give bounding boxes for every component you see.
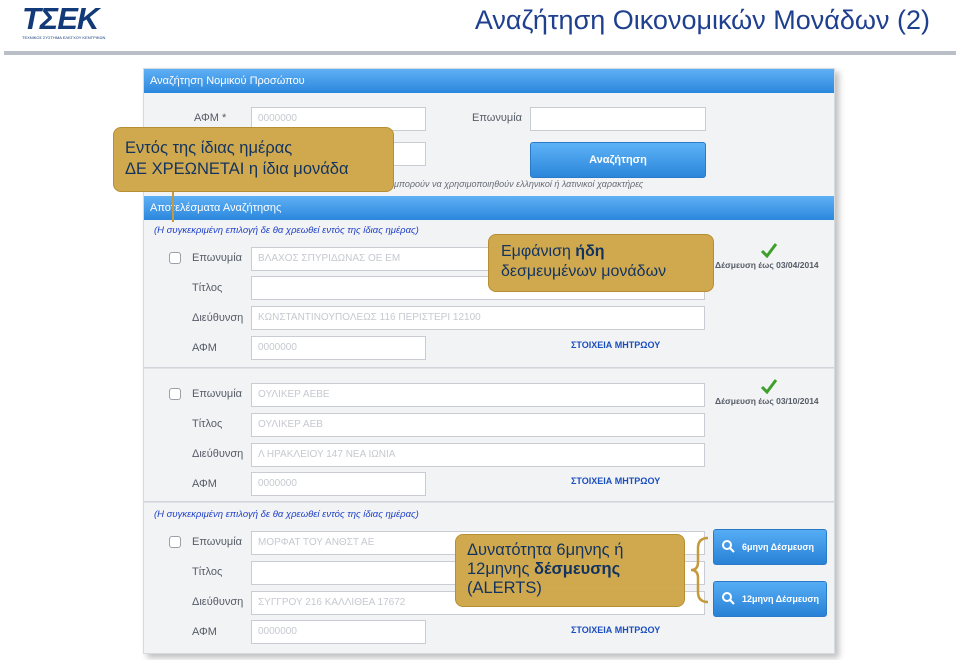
result-2-title-field: ΟΥΛΙΚΕΡ ΑΕΒ	[251, 413, 705, 437]
bound-units-callout: Εμφάνιση ήδη δεσμευμένων μονάδων	[488, 234, 714, 292]
name-search-input[interactable]	[530, 107, 706, 131]
page: ΤΣΕΚ ΤΕΧΝΙΚΟΣ ΣΥΣΤΗΜΑ ΕΛΕΓΧΟΥ ΚΕΝΤΡΙΚΩΝ …	[0, 0, 960, 660]
afm-search-label: ΑΦΜ *	[194, 112, 227, 124]
binding-options-callout-pre: 12μηνης	[467, 560, 534, 578]
bracket-icon	[690, 536, 709, 604]
result-2-name-field: ΟΥΛΙΚΕΡ ΑΕΒΕ	[251, 383, 705, 407]
result-3-checkbox[interactable]	[169, 536, 181, 548]
search-hint: μπορούν να χρησιμοποιηθούν ελληνικοί ή λ…	[394, 179, 644, 189]
search-button[interactable]: Αναζήτηση	[530, 142, 706, 178]
binding-options-callout: Δυνατότητα 6μηνης ή 12μηνης δέσμευσης (A…	[455, 534, 685, 607]
result-2-binding: Δέσμευση έως 03/10/2014	[715, 396, 819, 406]
result-3-registry-link[interactable]: ΣΤΟΙΧΕΙΑ ΜΗΤΡΩΟΥ	[571, 625, 660, 635]
logo-text: ΤΣΕΚ	[22, 1, 99, 36]
header-rule	[4, 51, 956, 55]
result-1-registry-link[interactable]: ΣΤΟΙΧΕΙΑ ΜΗΤΡΩΟΥ	[571, 340, 660, 350]
search-section-bar: Αναζήτηση Νομικού Προσώπου	[144, 69, 834, 93]
charge-notice-2: (Η συγκεκριμένη επιλογή δε θα χρεωθεί εν…	[154, 509, 419, 520]
name-search-label: Επωνυμία	[472, 112, 523, 124]
check-icon	[761, 379, 777, 394]
slide-title: Αναζήτηση Οικονομικών Μονάδων (2)	[474, 5, 930, 35]
result-2-afm-label: ΑΦΜ	[192, 478, 217, 490]
twelve-month-binding-button[interactable]: 12μηνη Δέσμευση	[713, 581, 827, 617]
charge-notice-1: (Η συγκεκριμένη επιλογή δε θα χρεωθεί εν…	[154, 225, 419, 236]
result-2-checkbox[interactable]	[169, 388, 181, 400]
binding-options-callout-bold: δέσμευσης	[534, 560, 621, 578]
bound-units-callout-bold: ήδη	[575, 243, 605, 260]
tsek-logo: ΤΣΕΚ ΤΕΧΝΙΚΟΣ ΣΥΣΤΗΜΑ ΕΛΕΓΧΟΥ ΚΕΝΤΡΙΚΩΝ	[22, 1, 112, 42]
check-icon	[761, 243, 777, 258]
same-day-callout: Εντός της ίδιας ημέρας ΔΕ ΧΡΕΩΝΕΤΑΙ η ίδ…	[113, 127, 394, 192]
same-day-callout-line1: Εντός της ίδιας ημέρας	[125, 139, 293, 157]
bound-units-callout-line2: δεσμευμένων μονάδων	[501, 263, 667, 280]
result-1-title-label: Τίτλος	[192, 282, 223, 294]
binding-options-callout-line2: 12μηνης δέσμευσης	[467, 560, 684, 579]
result-3-afm-field: 0000000	[251, 620, 426, 644]
result-1-name-label: Επωνυμία	[192, 252, 243, 264]
result-2-title-label: Τίτλος	[192, 418, 223, 430]
results-section-bar: Αποτελέσματα Αναζήτησης	[144, 196, 834, 220]
result-2-name-label: Επωνυμία	[192, 388, 243, 400]
binding-options-callout-line3: (ALERTS)	[467, 579, 542, 597]
logo-subtext: ΤΕΧΝΙΚΟΣ ΣΥΣΤΗΜΑ ΕΛΕΓΧΟΥ ΚΕΝΤΡΙΚΩΝ	[22, 35, 106, 40]
result-1-checkbox[interactable]	[169, 252, 181, 264]
six-month-binding-button[interactable]: 6μηνη Δέσμευση	[713, 529, 827, 565]
search-icon	[722, 592, 735, 605]
six-month-binding-label: 6μηνη Δέσμευση	[742, 542, 815, 552]
result-separator	[144, 501, 834, 503]
result-3-name-label: Επωνυμία	[192, 536, 243, 548]
result-2-address-field: Λ ΗΡΑΚΛΕΙΟΥ 147 ΝΕΑ ΙΩΝΙΑ	[251, 443, 705, 467]
bound-units-callout-line1: Εμφάνιση ήδη	[501, 242, 713, 262]
callout-pointer-line	[172, 192, 174, 222]
binding-options-callout-line1: Δυνατότητα 6μηνης ή	[467, 541, 624, 559]
result-1-binding: Δέσμευση έως 03/04/2014	[715, 260, 819, 270]
result-separator	[144, 367, 834, 369]
result-1-address-field: ΚΩΝΣΤΑΝΤΙΝΟΥΠΟΛΕΩΣ 116 ΠΕΡΙΣΤΕΡΙ 12100	[251, 306, 705, 330]
same-day-callout-line2: ΔΕ ΧΡΕΩΝΕΤΑΙ η ίδια μονάδα	[125, 160, 349, 178]
result-3-afm-label: ΑΦΜ	[192, 626, 217, 638]
result-3-address-label: Διεύθυνση	[192, 596, 244, 608]
result-1-address-label: Διεύθυνση	[192, 312, 244, 324]
result-1-afm-label: ΑΦΜ	[192, 342, 217, 354]
result-2-address-label: Διεύθυνση	[192, 448, 244, 460]
result-2-registry-link[interactable]: ΣΤΟΙΧΕΙΑ ΜΗΤΡΩΟΥ	[571, 476, 660, 486]
result-3-title-label: Τίτλος	[192, 566, 223, 578]
bound-units-callout-pre: Εμφάνιση	[501, 243, 576, 260]
search-icon	[722, 540, 735, 553]
result-1-afm-field: 0000000	[251, 336, 426, 360]
twelve-month-binding-label: 12μηνη Δέσμευση	[742, 594, 820, 604]
result-2-afm-field: 0000000	[251, 472, 426, 496]
